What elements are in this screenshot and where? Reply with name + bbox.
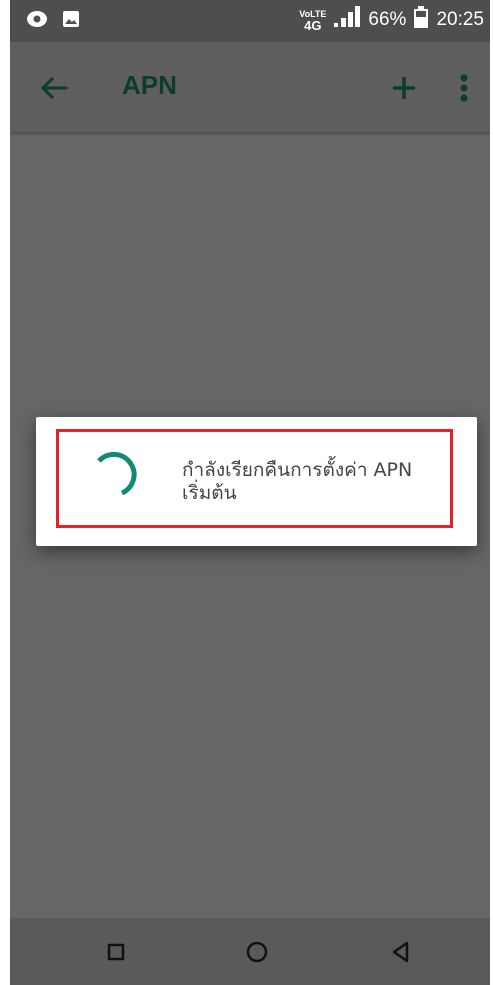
add-apn-button[interactable] [388,72,420,104]
app-toolbar: APN [10,42,490,132]
clock: 20:25 [436,9,484,30]
nav-back-button[interactable] [385,936,417,968]
battery-percent: 66% [368,9,407,30]
page-title: APN [122,70,177,100]
arrow-back-icon [40,76,68,100]
progress-dialog: กำลังเรียกคืนการตั้งค่า APN เริ่มต้น [36,417,477,546]
status-bar: VoLTE 4G 66% 20:25 [10,0,490,42]
signal-bars-icon [334,6,361,34]
back-button[interactable] [36,70,72,106]
square-recents-icon [107,943,125,961]
image-icon [62,10,80,32]
plus-icon [393,77,415,99]
status-left-icons [26,10,80,32]
phone-screen: VoLTE 4G 66% 20:25 APN กำลังเรียกคืนการต… [10,0,490,985]
progress-message-line1: กำลังเรียกคืนการตั้งค่า APN [182,459,413,481]
progress-message-line2: เริ่มต้น [182,482,237,504]
network-label: 4G [304,17,322,33]
progress-message: กำลังเรียกคืนการตั้งค่า APN เริ่มต้น [182,459,452,505]
more-options-button[interactable] [452,70,476,106]
notification-dot-icon [26,10,48,32]
battery-icon [414,6,429,34]
triangle-back-icon [392,941,409,963]
recents-button[interactable] [100,936,132,968]
progress-spinner-icon [91,449,141,499]
circle-home-icon [246,941,268,963]
navigation-bar [10,918,490,985]
home-button[interactable] [241,936,273,968]
status-right-icons: VoLTE 4G 66% 20:25 [299,6,484,34]
volte-label: VoLTE [299,8,327,19]
network-type: VoLTE 4G [299,9,326,32]
more-vert-icon [460,74,468,102]
